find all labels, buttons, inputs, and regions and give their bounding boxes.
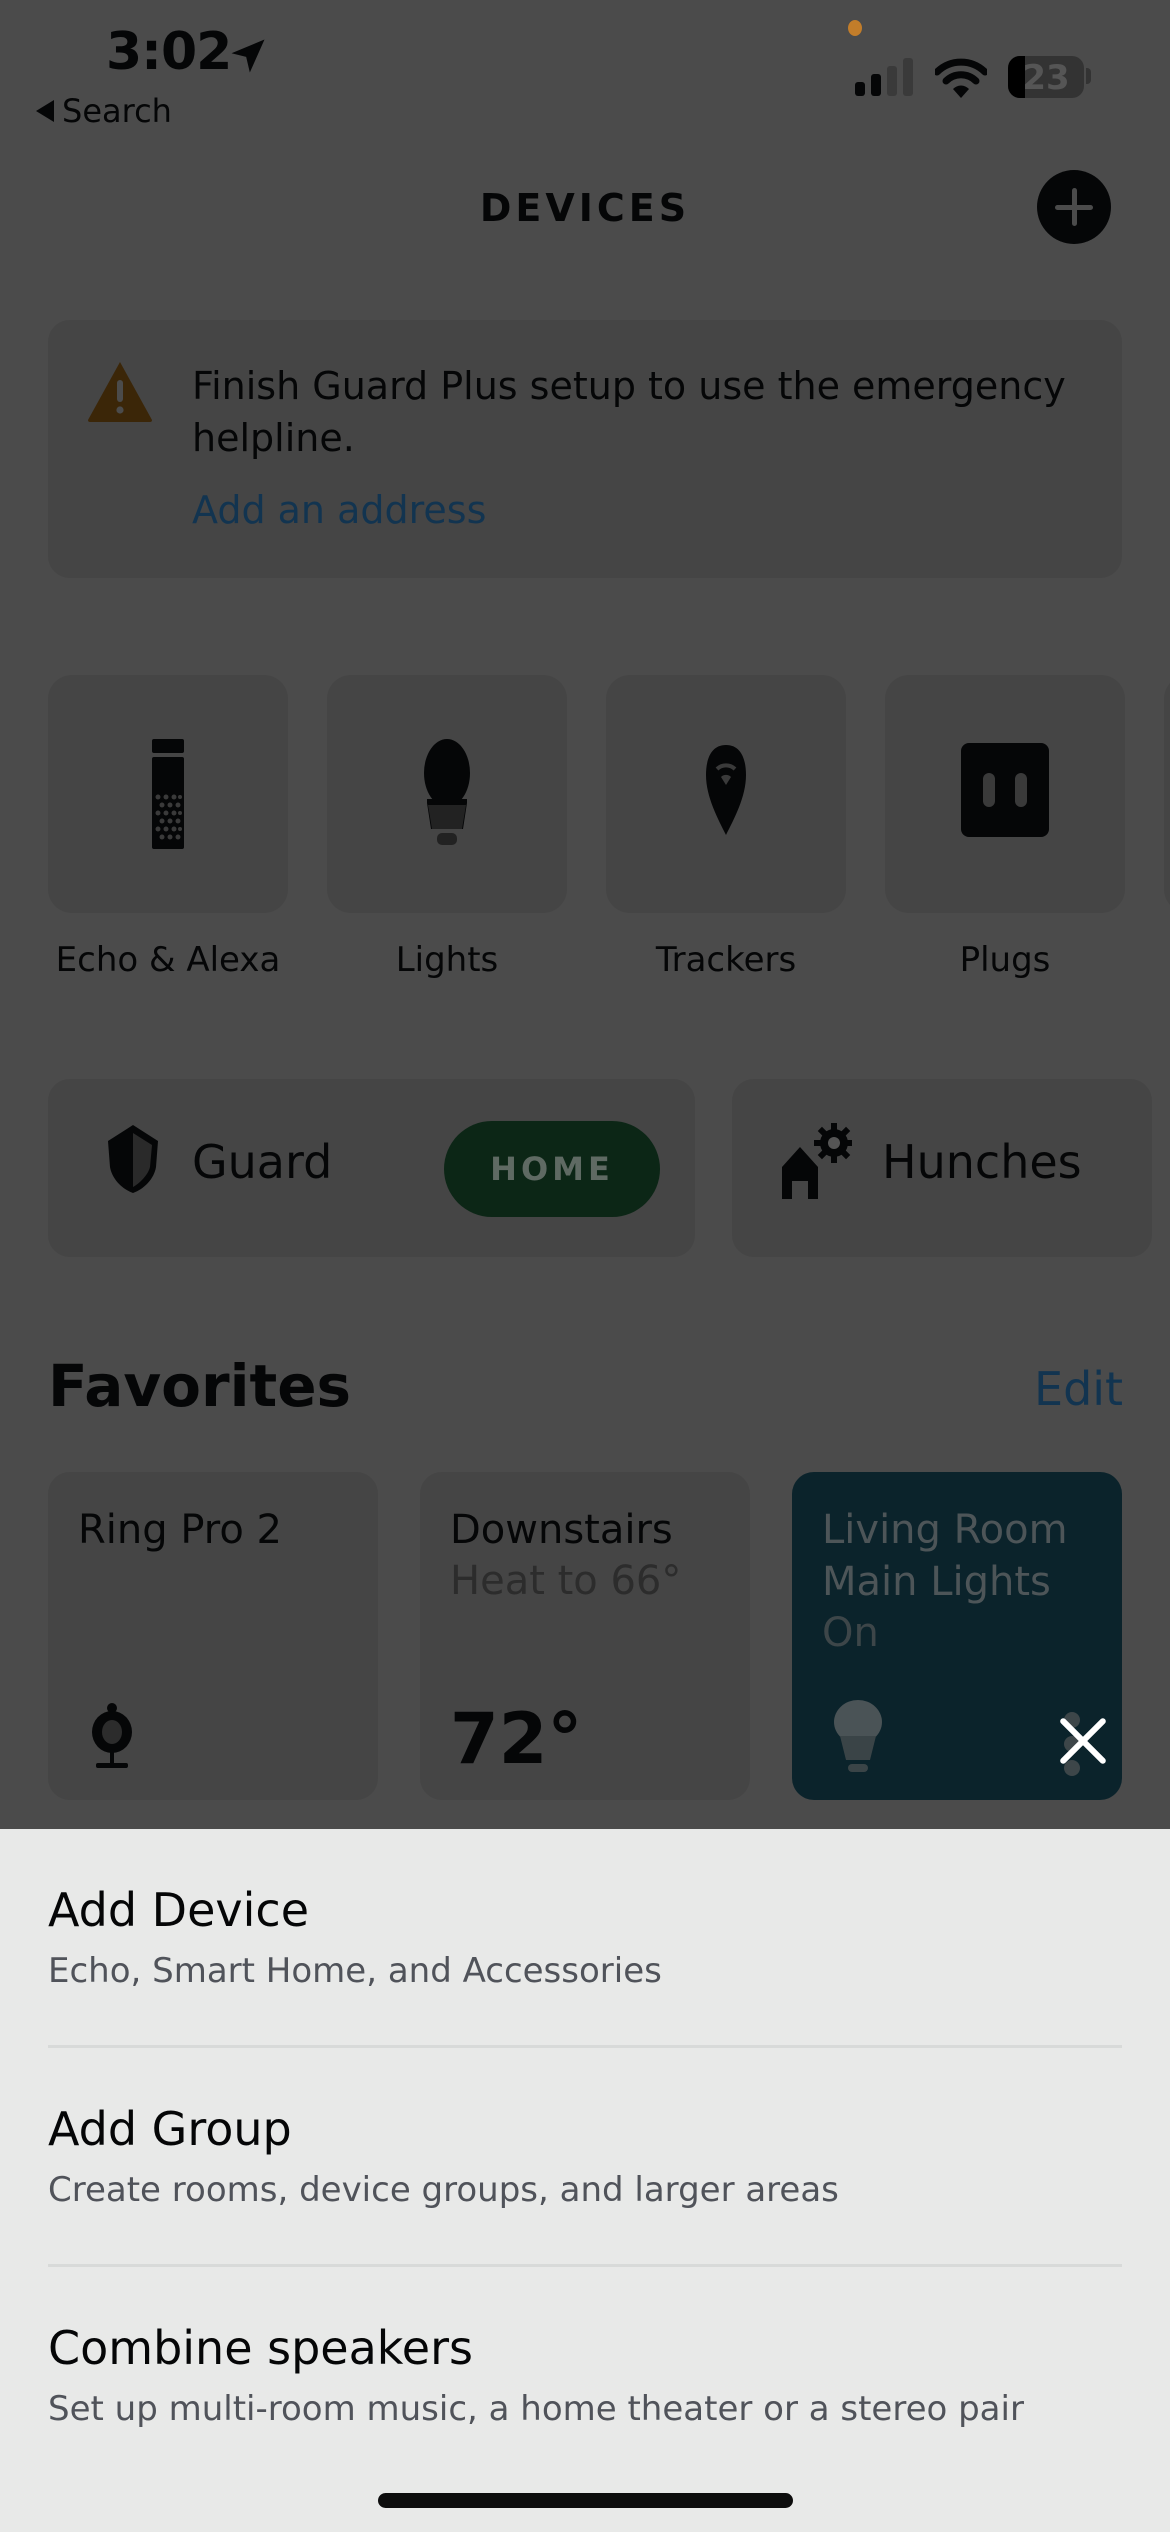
option-subtitle: Echo, Smart Home, and Accessories [48,1951,662,1991]
page-title: DEVICES [479,186,691,230]
edit-favorites-link[interactable]: Edit [1034,1362,1123,1416]
favorite-name: Living Room Main Lights [822,1507,1068,1605]
category-tile-trackers[interactable] [606,675,846,913]
category-tile-echo[interactable] [48,675,288,913]
hunches-label: Hunches [882,1135,1082,1189]
category-tile-plugs[interactable] [885,675,1125,913]
favorite-downstairs-thermostat[interactable]: Downstairs Heat to 66° 72° [420,1472,750,1800]
option-subtitle: Create rooms, device groups, and larger … [48,2170,839,2210]
back-label: Search [62,92,172,130]
category-label: Trackers [655,940,797,980]
plug-icon [961,743,1049,837]
category-tile-more[interactable] [1164,675,1170,913]
category-label: Plugs [959,940,1051,980]
category-label: Echo & Alexa [55,940,281,980]
warning-icon [88,362,152,422]
battery-tip [1086,68,1091,84]
echo-speaker-icon [152,739,184,849]
close-icon[interactable] [1056,1714,1110,1768]
back-to-search-link[interactable]: Search [36,92,172,130]
add-address-link[interactable]: Add an address [192,488,486,532]
add-device-option[interactable]: Add Device Echo, Smart Home, and Accesso… [48,1829,1122,2048]
shield-icon [108,1125,158,1193]
hunches-card[interactable]: Hunches [732,1079,1152,1257]
thermostat-temperature: 72° [450,1698,583,1780]
favorite-ring-pro-2[interactable]: Ring Pro 2 [48,1472,378,1800]
status-time: 3:02 [106,22,232,82]
option-title: Add Device [48,1883,309,1937]
category-tile-lights[interactable] [327,675,567,913]
battery-icon: 23 [1008,56,1084,98]
favorites-heading: Favorites [48,1352,352,1420]
privacy-indicator-dot [848,20,862,36]
light-status: On [822,1610,879,1656]
home-gear-icon [782,1123,852,1199]
add-group-option[interactable]: Add Group Create rooms, device groups, a… [48,2048,1122,2267]
guard-mode-button[interactable]: HOME [444,1121,660,1217]
guard-setup-alert: Finish Guard Plus setup to use the emerg… [48,320,1122,578]
add-button[interactable] [1037,170,1111,244]
lightbulb-icon [834,1700,882,1772]
favorite-name: Downstairs [450,1507,673,1553]
option-title: Combine speakers [48,2321,473,2375]
thermostat-setpoint: Heat to 66° [450,1558,682,1604]
combine-speakers-option[interactable]: Combine speakers Set up multi-room music… [48,2267,1122,2486]
alert-message: Finish Guard Plus setup to use the emerg… [192,364,1066,460]
wifi-icon [935,58,987,98]
signal-icon [855,58,913,96]
lightbulb-icon [424,739,470,845]
back-triangle-icon [36,100,54,122]
home-indicator[interactable] [378,2493,793,2508]
location-arrow-icon [231,39,265,73]
guard-card[interactable]: Guard HOME [48,1079,695,1257]
category-label: Lights [395,940,499,980]
option-title: Add Group [48,2102,292,2156]
option-subtitle: Set up multi-room music, a home theater … [48,2389,1024,2429]
battery-level: 23 [1022,58,1070,98]
camera-icon [92,1703,132,1768]
favorite-name: Ring Pro 2 [78,1507,282,1553]
guard-label: Guard [192,1135,333,1189]
tracker-pin-icon [706,745,746,835]
